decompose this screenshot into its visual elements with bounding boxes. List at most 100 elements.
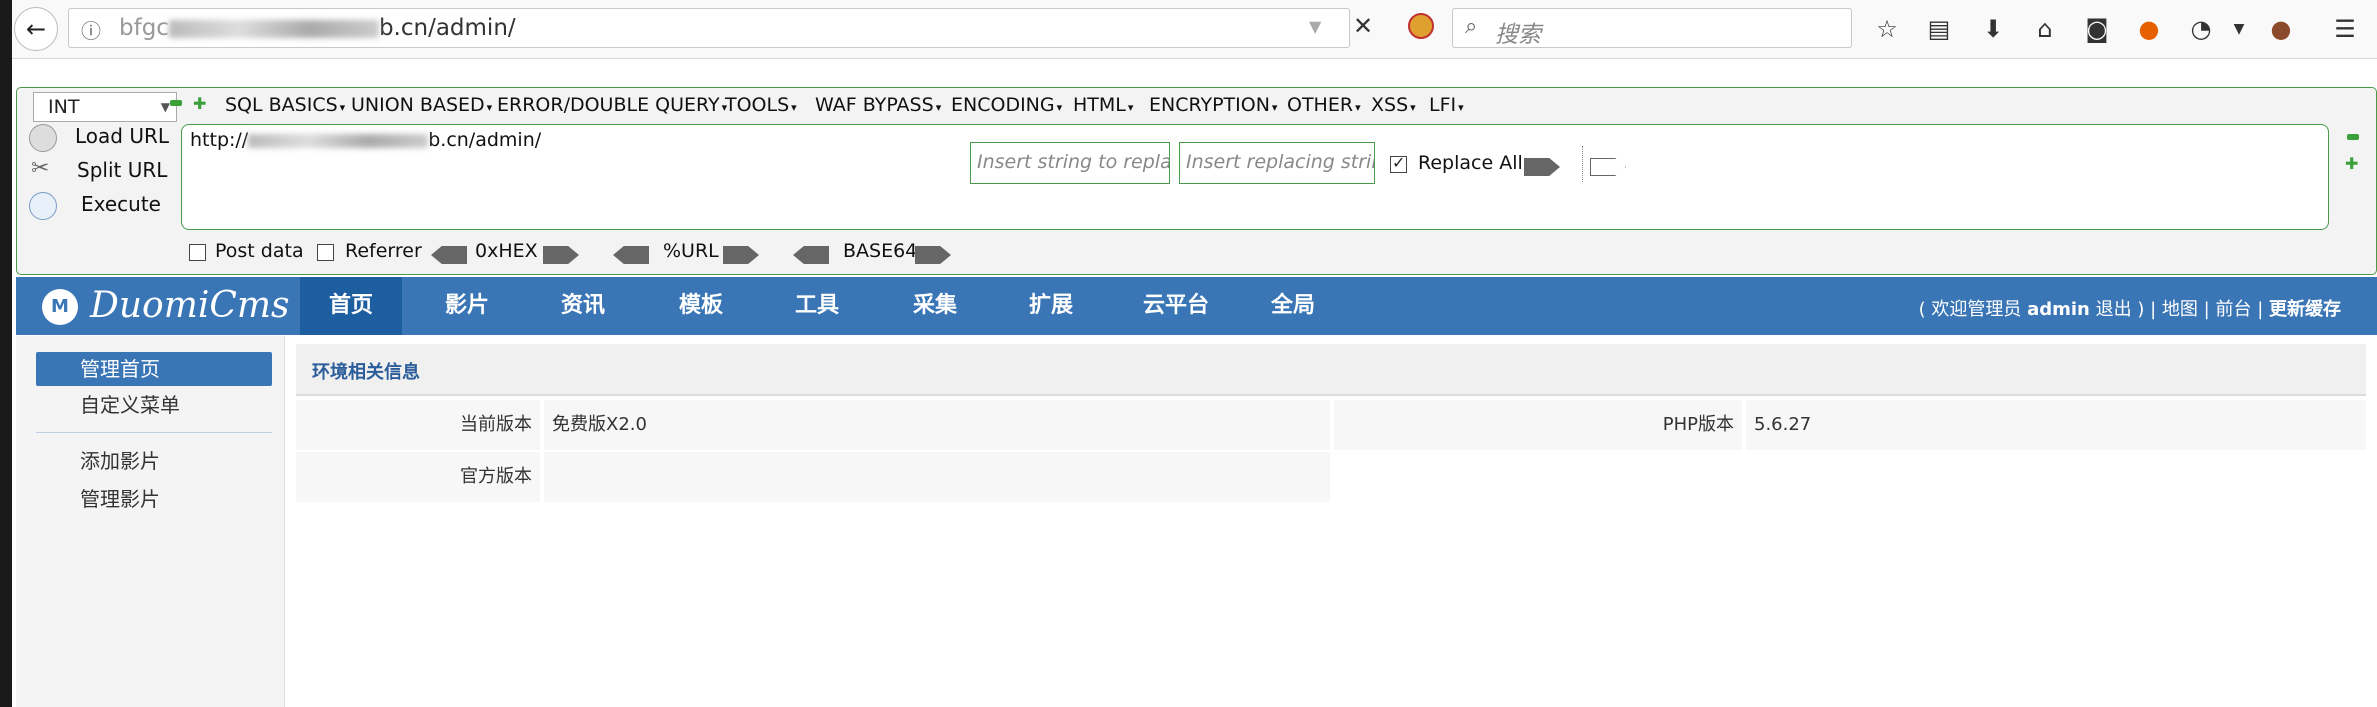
post-data-checkbox[interactable] bbox=[189, 244, 206, 261]
load-url-button[interactable]: Load URL bbox=[75, 124, 169, 148]
plus-icon[interactable]: ✚ bbox=[2345, 154, 2358, 173]
hex-decode-arrow-icon[interactable] bbox=[431, 246, 467, 264]
address-bar[interactable]: ⓘ bfgc b.cn/admin/ ▼ bbox=[68, 8, 1350, 48]
info-icon[interactable]: ⓘ bbox=[81, 15, 101, 44]
url-suffix: b.cn/admin/ bbox=[378, 15, 516, 41]
nav-extend[interactable]: 扩展 bbox=[1000, 277, 1102, 335]
hex-label: 0xHEX bbox=[475, 240, 538, 262]
minus-icon[interactable] bbox=[2347, 134, 2359, 140]
current-version-label: 当前版本 bbox=[296, 400, 540, 450]
percent-url-label: %URL bbox=[663, 240, 719, 262]
menu-encryption[interactable]: ENCRYPTION bbox=[1149, 94, 1277, 116]
dropdown-icon[interactable]: ▼ bbox=[1309, 17, 1321, 36]
php-version-value: 5.6.27 bbox=[1746, 400, 2366, 450]
hex-encode-arrow-icon[interactable] bbox=[543, 246, 579, 264]
mode-select-value: INT bbox=[48, 96, 80, 118]
url-decode-arrow-icon[interactable] bbox=[613, 246, 649, 264]
bookmark-star-icon[interactable]: ☆ bbox=[1872, 14, 1902, 44]
front-link[interactable]: 前台 bbox=[2215, 299, 2251, 320]
scissors-icon: ✂ bbox=[31, 156, 50, 181]
php-version-label: PHP版本 bbox=[1334, 400, 1742, 450]
admin-name: admin bbox=[2027, 299, 2090, 320]
section-title: 环境相关信息 bbox=[312, 362, 420, 383]
close-icon[interactable]: ✕ bbox=[1353, 12, 1373, 40]
window-edge bbox=[0, 0, 12, 707]
search-bar[interactable]: ⌕ 搜索 bbox=[1452, 8, 1852, 48]
insert-string-input[interactable]: Insert string to replace bbox=[970, 142, 1170, 184]
post-data-label: Post data bbox=[215, 240, 304, 262]
search-placeholder: 搜索 bbox=[1495, 22, 1541, 48]
menu-html[interactable]: HTML bbox=[1073, 94, 1133, 116]
search-icon: ⌕ bbox=[1465, 14, 1478, 39]
url-text-suffix: b.cn/admin/ bbox=[428, 129, 542, 151]
noscript-icon[interactable] bbox=[1408, 13, 1434, 39]
cookie-icon[interactable]: ● bbox=[2266, 14, 2296, 44]
separator: | bbox=[2257, 299, 2264, 320]
menu-union-based[interactable]: UNION BASED bbox=[351, 94, 492, 116]
map-link[interactable]: 地图 bbox=[2162, 299, 2198, 320]
chevron-down-icon: ▼ bbox=[160, 100, 170, 114]
download-icon[interactable]: ⬇ bbox=[1978, 14, 2008, 44]
divider bbox=[1582, 146, 1583, 182]
nav-collect[interactable]: 采集 bbox=[884, 277, 986, 335]
base64-decode-arrow-icon[interactable] bbox=[793, 246, 829, 264]
referrer-label: Referrer bbox=[345, 240, 422, 262]
update-cache-link[interactable]: 更新缓存 bbox=[2269, 299, 2341, 320]
sidebar-item-add-movie[interactable]: 添加影片 bbox=[36, 444, 272, 478]
nav-tools[interactable]: 工具 bbox=[766, 277, 868, 335]
replace-all-checkbox[interactable]: ✓ bbox=[1390, 153, 1407, 173]
url-blur bbox=[168, 19, 379, 38]
nav-news[interactable]: 资讯 bbox=[532, 277, 634, 335]
logo-icon: M bbox=[42, 289, 78, 325]
nav-cloud[interactable]: 云平台 bbox=[1116, 277, 1236, 335]
url-text-prefix: http:// bbox=[190, 129, 249, 151]
palette-icon[interactable]: ◔ bbox=[2186, 14, 2216, 44]
reading-list-icon[interactable]: ▤ bbox=[1924, 14, 1954, 44]
cms-nav-bar: M DuomiCms 首页 影片 资讯 模板 工具 采集 扩展 云平台 全局 (… bbox=[16, 277, 2377, 335]
menu-lfi[interactable]: LFI bbox=[1429, 94, 1464, 116]
nav-home[interactable]: 首页 bbox=[300, 277, 402, 335]
pocket-icon[interactable]: ◙ bbox=[2082, 14, 2112, 44]
sidebar-item-manage-movies[interactable]: 管理影片 bbox=[36, 482, 272, 516]
menu-waf-bypass[interactable]: WAF BYPASS bbox=[815, 94, 941, 116]
home-icon[interactable]: ⌂ bbox=[2030, 14, 2060, 44]
sidebar: 管理首页 自定义菜单 添加影片 管理影片 bbox=[16, 336, 285, 707]
mode-select[interactable]: INT ▼ bbox=[33, 92, 177, 122]
execute-button[interactable]: Execute bbox=[81, 192, 161, 216]
menu-encoding[interactable]: ENCODING bbox=[951, 94, 1062, 116]
sidebar-item-custom-menu[interactable]: 自定义菜单 bbox=[36, 388, 272, 422]
back-button[interactable]: ← bbox=[14, 7, 58, 51]
nav-templates[interactable]: 模板 bbox=[650, 277, 752, 335]
menu-icon[interactable]: ☰ bbox=[2330, 14, 2360, 44]
base64-label: BASE64 bbox=[843, 240, 918, 262]
minus-icon[interactable] bbox=[170, 100, 182, 106]
url-encode-arrow-icon[interactable] bbox=[723, 246, 759, 264]
separator: | bbox=[2150, 299, 2157, 320]
section-header: 环境相关信息 bbox=[296, 344, 2366, 396]
logout-link[interactable]: 退出 ) bbox=[2096, 299, 2145, 320]
base64-encode-arrow-icon[interactable] bbox=[915, 246, 951, 264]
load-url-icon bbox=[29, 124, 57, 152]
execute-icon bbox=[29, 192, 57, 220]
menu-sql-basics[interactable]: SQL BASICS bbox=[225, 94, 345, 116]
nav-global[interactable]: 全局 bbox=[1242, 277, 1344, 335]
official-version-value bbox=[544, 452, 1330, 502]
cms-logo[interactable]: DuomiCms bbox=[90, 285, 290, 326]
nav-movies[interactable]: 影片 bbox=[416, 277, 518, 335]
referrer-checkbox[interactable] bbox=[317, 244, 334, 261]
replace-all-label: Replace All bbox=[1418, 152, 1523, 174]
address-text: bfgc b.cn/admin/ bbox=[119, 15, 516, 41]
sidebar-item-admin-home[interactable]: 管理首页 bbox=[36, 352, 272, 386]
back-arrow-icon: ← bbox=[25, 15, 47, 43]
chevron-down-icon[interactable]: ▼ bbox=[2224, 14, 2254, 44]
firefox-icon[interactable]: ● bbox=[2134, 14, 2164, 44]
top-right-links: ( 欢迎管理员 admin 退出 ) | 地图 | 前台 | 更新缓存 bbox=[1919, 295, 2341, 321]
menu-xss[interactable]: XSS bbox=[1371, 94, 1416, 116]
replacing-string-input[interactable]: Insert replacing string bbox=[1179, 142, 1375, 184]
menu-other[interactable]: OTHER bbox=[1287, 94, 1361, 116]
menu-error-double-query[interactable]: ERROR/DOUBLE QUERY bbox=[497, 94, 727, 116]
split-url-button[interactable]: Split URL bbox=[77, 158, 167, 182]
menu-tools[interactable]: TOOLS bbox=[725, 94, 797, 116]
sidebar-divider bbox=[36, 432, 272, 433]
plus-icon[interactable]: ✚ bbox=[193, 94, 206, 113]
